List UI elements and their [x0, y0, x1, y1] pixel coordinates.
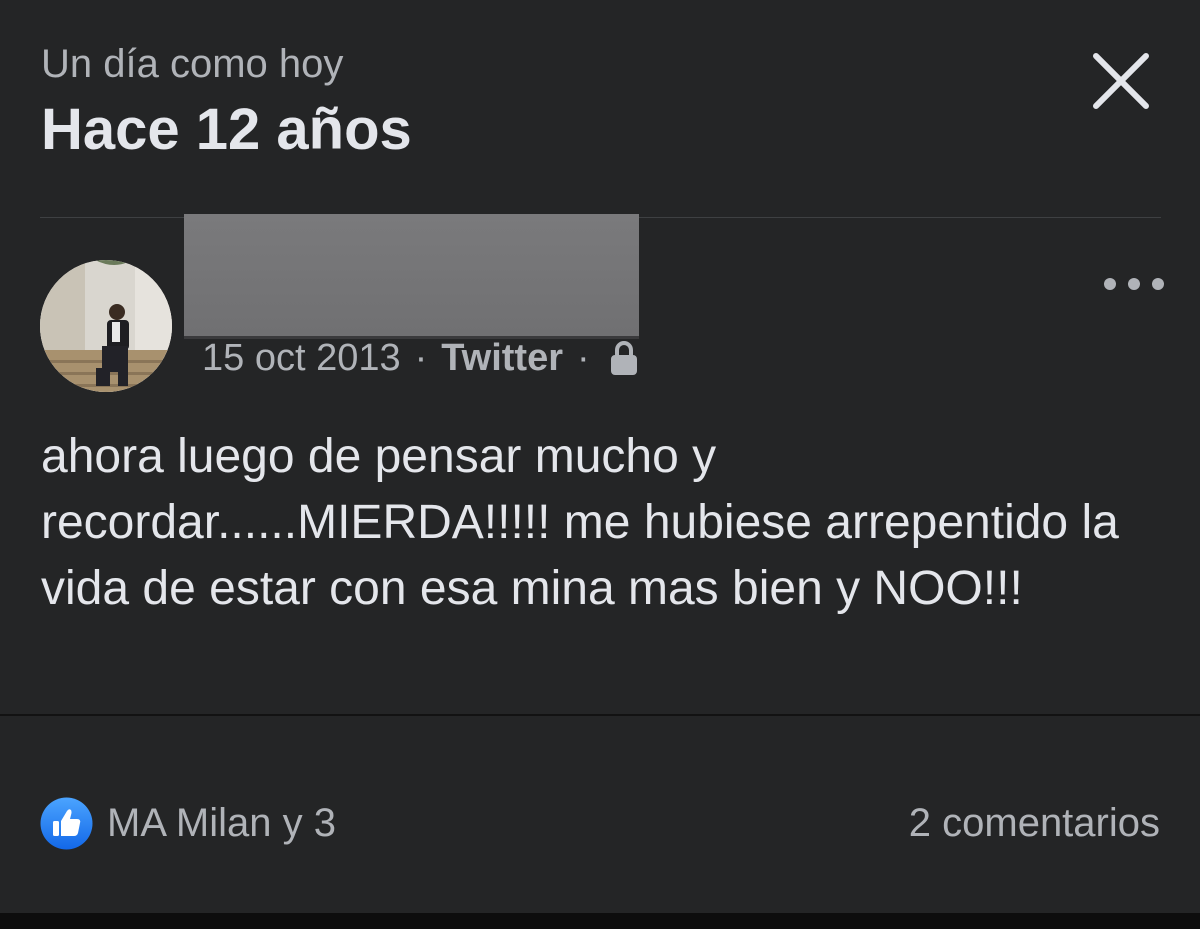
comments-count[interactable]: 2 comentarios [909, 796, 1160, 850]
memory-subtitle: Un día como hoy [41, 42, 344, 86]
meta-separator: · [577, 336, 590, 379]
redacted-author-name [184, 214, 639, 336]
bottom-edge [0, 913, 1200, 929]
close-icon [1093, 53, 1149, 109]
avatar[interactable] [40, 260, 172, 392]
avatar-photo [40, 260, 172, 392]
footer-divider [0, 714, 1200, 716]
like-icon [40, 797, 93, 849]
memory-title: Hace 12 años [41, 97, 412, 162]
post-text: ahora luego de pensar mucho y recordar..… [41, 430, 1119, 615]
post-date[interactable]: 15 oct 2013 [202, 337, 401, 380]
close-button[interactable] [1088, 48, 1154, 114]
more-options-icon [1104, 278, 1164, 290]
post-meta: 15 oct 2013 · Twitter · [202, 336, 640, 380]
reactions-summary[interactable]: MA Milan y 3 [40, 796, 336, 850]
more-options-button[interactable] [1098, 268, 1170, 300]
reactions-label: MA Milan y 3 [107, 800, 336, 845]
meta-separator: · [414, 336, 428, 379]
post-source[interactable]: Twitter [441, 337, 563, 380]
lock-icon[interactable] [608, 339, 640, 377]
memory-card: Un día como hoy Hace 12 años 15 oct 2013… [0, 0, 1200, 929]
